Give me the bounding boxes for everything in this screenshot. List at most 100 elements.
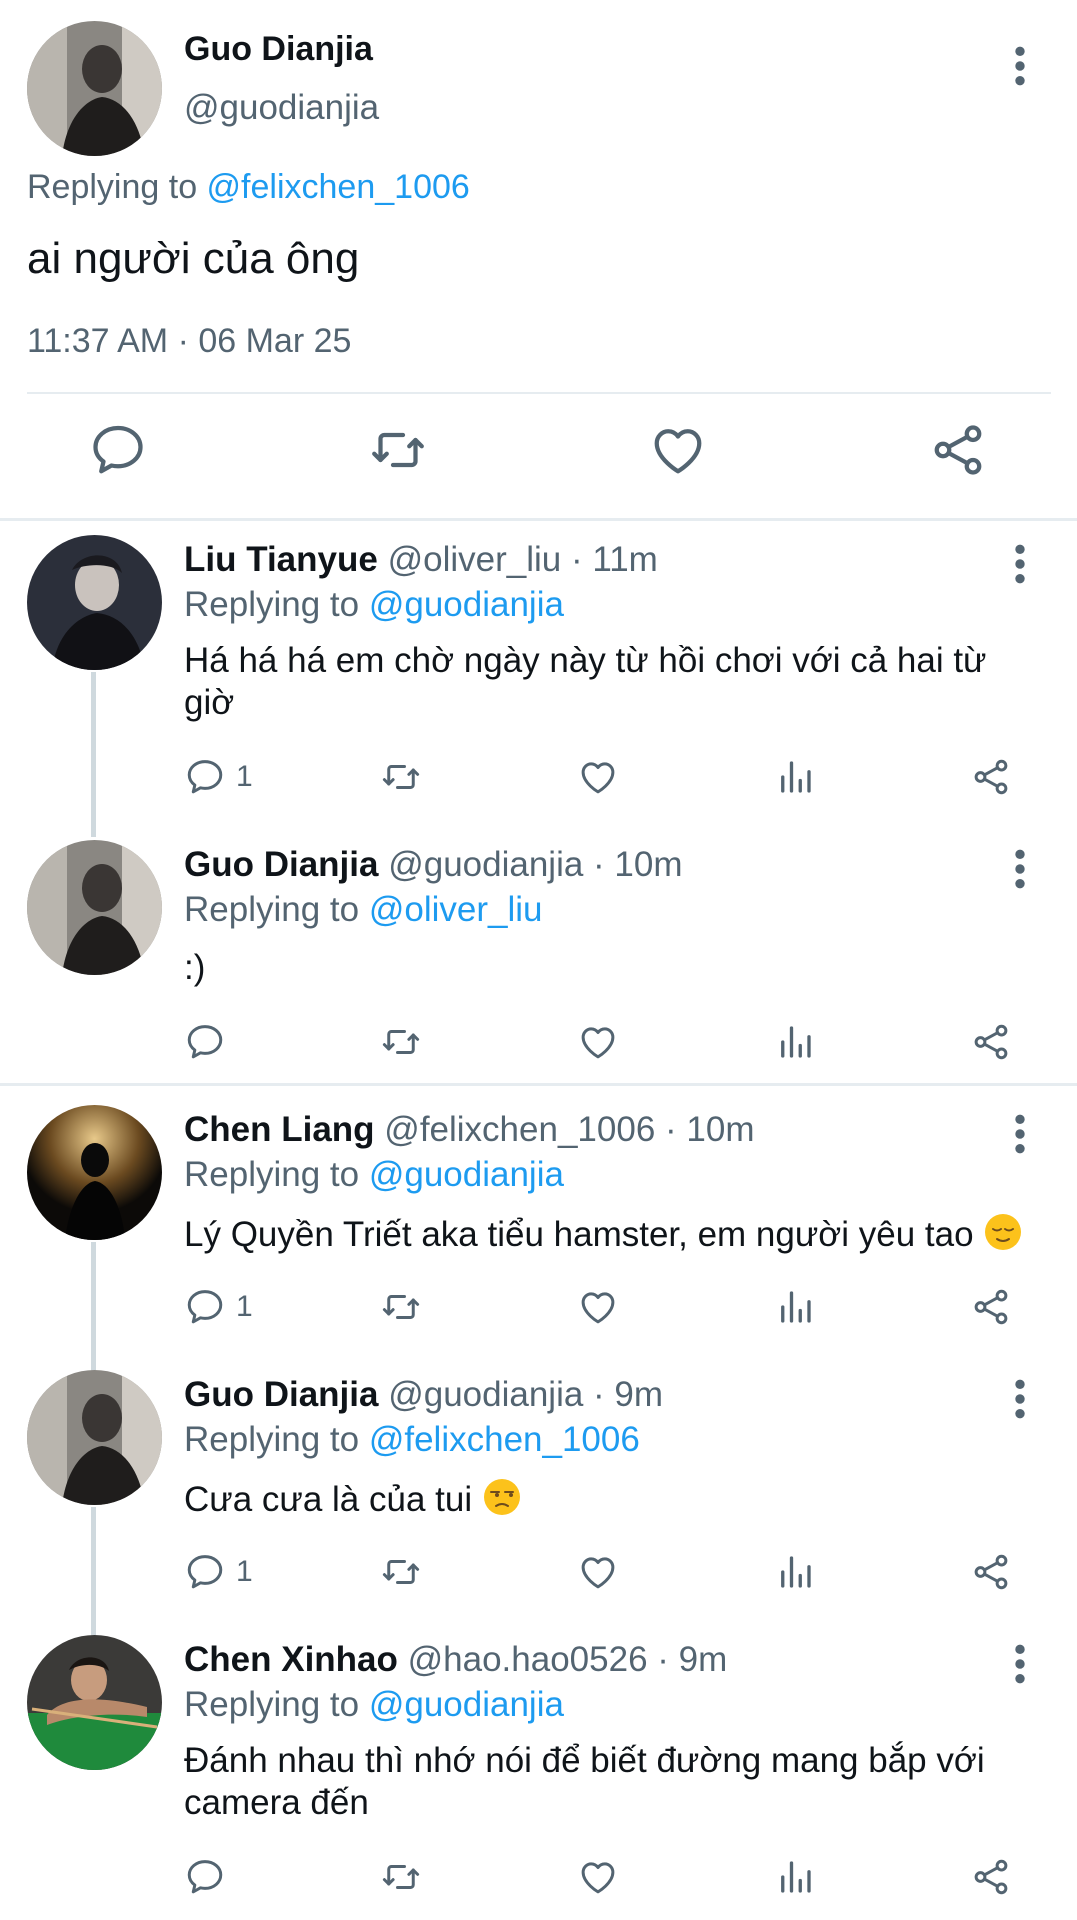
relieved-face-emoji <box>983 1212 1023 1252</box>
share-icon[interactable] <box>928 420 988 480</box>
reply-icon[interactable] <box>88 420 148 480</box>
author-meta: @oliver_liu · 11m <box>377 540 658 579</box>
retweet-icon[interactable] <box>368 420 428 480</box>
reply-item[interactable]: Guo Dianjia @guodianjia · 9m Replying to… <box>0 1365 1077 1732</box>
tweet-actions <box>0 420 1077 490</box>
author-name[interactable]: Guo Dianjia <box>184 1375 378 1414</box>
section-divider <box>0 518 1077 521</box>
share-icon[interactable] <box>970 1855 1012 1899</box>
retweet-icon[interactable] <box>380 755 422 799</box>
reply-icon[interactable] <box>184 1551 226 1593</box>
reply-icon[interactable] <box>184 1286 226 1328</box>
reply-button[interactable]: 1 <box>184 1550 253 1594</box>
avatar[interactable] <box>27 840 162 975</box>
replying-to-link[interactable]: @guodianjia <box>369 1155 564 1194</box>
retweet-icon[interactable] <box>380 1550 422 1594</box>
reply-button[interactable]: 1 <box>184 1285 253 1329</box>
avatar[interactable] <box>27 1370 162 1505</box>
replying-label: Replying to <box>184 1420 369 1459</box>
reply-text: :) <box>184 948 206 987</box>
share-icon[interactable] <box>970 755 1012 799</box>
replying-label: Replying to <box>27 168 207 206</box>
avatar[interactable] <box>27 1635 162 1770</box>
reply-icon[interactable] <box>184 1855 226 1899</box>
author-handle[interactable]: @guodianjia <box>184 88 379 128</box>
reply-actions: 1 <box>184 755 1024 805</box>
reply-button[interactable]: 1 <box>184 755 253 799</box>
main-tweet: Guo Dianjia @guodianjia Replying to @fel… <box>0 0 1077 520</box>
reply-item[interactable]: Liu Tianyue @oliver_liu · 11m Replying t… <box>0 530 1077 837</box>
more-icon[interactable] <box>1005 1377 1035 1421</box>
replying-to-link[interactable]: @oliver_liu <box>369 890 543 929</box>
share-icon[interactable] <box>970 1285 1012 1329</box>
reply-item[interactable]: Chen Liang @felixchen_1006 · 10m Replyin… <box>0 1100 1077 1467</box>
like-icon[interactable] <box>577 1285 619 1329</box>
analytics-icon[interactable] <box>774 1855 816 1899</box>
share-icon[interactable] <box>970 1020 1012 1064</box>
replying-label: Replying to <box>184 890 369 929</box>
more-icon[interactable] <box>1005 1642 1035 1686</box>
author-meta: @felixchen_1006 · 10m <box>374 1110 755 1149</box>
reply-header: Chen Xinhao @hao.hao0526 · 9m <box>184 1640 727 1680</box>
reply-icon[interactable] <box>184 756 226 798</box>
analytics-icon[interactable] <box>774 1285 816 1329</box>
share-icon[interactable] <box>970 1550 1012 1594</box>
author-name[interactable]: Chen Xinhao <box>184 1640 398 1679</box>
reply-text-row: Lý Quyền Triết aka tiểu hamster, em ngườ… <box>184 1212 1064 1256</box>
avatar[interactable] <box>27 21 162 156</box>
analytics-icon[interactable] <box>774 1550 816 1594</box>
reply-actions: 1 <box>184 1285 1024 1335</box>
replying-to: Replying to @felixchen_1006 <box>27 168 470 207</box>
replying-label: Replying to <box>184 585 369 624</box>
reply-actions: 1 <box>184 1550 1024 1600</box>
replying-label: Replying to <box>184 1685 369 1724</box>
like-icon[interactable] <box>648 420 708 480</box>
like-icon[interactable] <box>577 1020 619 1064</box>
reply-item[interactable]: Guo Dianjia @guodianjia · 10m Replying t… <box>0 835 1077 1080</box>
author-name[interactable]: Chen Liang <box>184 1110 375 1149</box>
more-icon[interactable] <box>1005 1112 1035 1156</box>
retweet-icon[interactable] <box>380 1020 422 1064</box>
retweet-icon[interactable] <box>380 1285 422 1329</box>
author-meta: @guodianjia · 10m <box>378 845 683 884</box>
reply-count: 1 <box>236 1555 253 1588</box>
reply-actions <box>184 1855 1024 1905</box>
more-icon[interactable] <box>1005 44 1035 88</box>
like-icon[interactable] <box>577 755 619 799</box>
author-meta: @hao.hao0526 · 9m <box>397 1640 728 1679</box>
replying-to-link[interactable]: @felixchen_1006 <box>369 1420 640 1459</box>
like-icon[interactable] <box>577 1855 619 1899</box>
analytics-icon[interactable] <box>774 755 816 799</box>
analytics-icon[interactable] <box>774 1020 816 1064</box>
replying-to: Replying to @guodianjia <box>184 585 564 625</box>
reply-header: Guo Dianjia @guodianjia · 9m <box>184 1375 663 1415</box>
reply-header: Chen Liang @felixchen_1006 · 10m <box>184 1110 754 1150</box>
reply-text: Lý Quyền Triết aka tiểu hamster, em ngườ… <box>184 1215 984 1254</box>
reply-icon[interactable] <box>184 1020 226 1064</box>
reply-item[interactable]: Chen Xinhao @hao.hao0526 · 9m Replying t… <box>0 1630 1077 1920</box>
more-icon[interactable] <box>1005 542 1035 586</box>
replying-to-link[interactable]: @guodianjia <box>369 1685 564 1724</box>
author-name[interactable]: Guo Dianjia <box>184 845 378 884</box>
avatar[interactable] <box>27 1105 162 1240</box>
replying-to: Replying to @oliver_liu <box>184 890 542 930</box>
avatar[interactable] <box>27 535 162 670</box>
author-meta: @guodianjia · 9m <box>378 1375 664 1414</box>
tweet-text: ai người của ông <box>27 234 360 283</box>
reply-text: Đánh nhau thì nhớ nói để biết đường mang… <box>184 1741 985 1822</box>
thread-line <box>91 672 96 837</box>
author-name[interactable]: Guo Dianjia <box>184 30 373 69</box>
tweet-timestamp[interactable]: 11:37 AM · 06 Mar 25 <box>27 322 351 361</box>
section-divider <box>0 1083 1077 1086</box>
replying-to: Replying to @guodianjia <box>184 1155 564 1195</box>
retweet-icon[interactable] <box>380 1855 422 1899</box>
like-icon[interactable] <box>577 1550 619 1594</box>
author-name[interactable]: Liu Tianyue <box>184 540 378 579</box>
divider <box>27 392 1051 394</box>
reply-header: Guo Dianjia @guodianjia · 10m <box>184 845 683 885</box>
reply-count: 1 <box>236 1290 253 1323</box>
replying-to-link[interactable]: @guodianjia <box>369 585 564 624</box>
replying-to-link[interactable]: @felixchen_1006 <box>207 168 470 206</box>
more-icon[interactable] <box>1005 847 1035 891</box>
reply-text: Cưa cưa là của tui <box>184 1480 482 1519</box>
